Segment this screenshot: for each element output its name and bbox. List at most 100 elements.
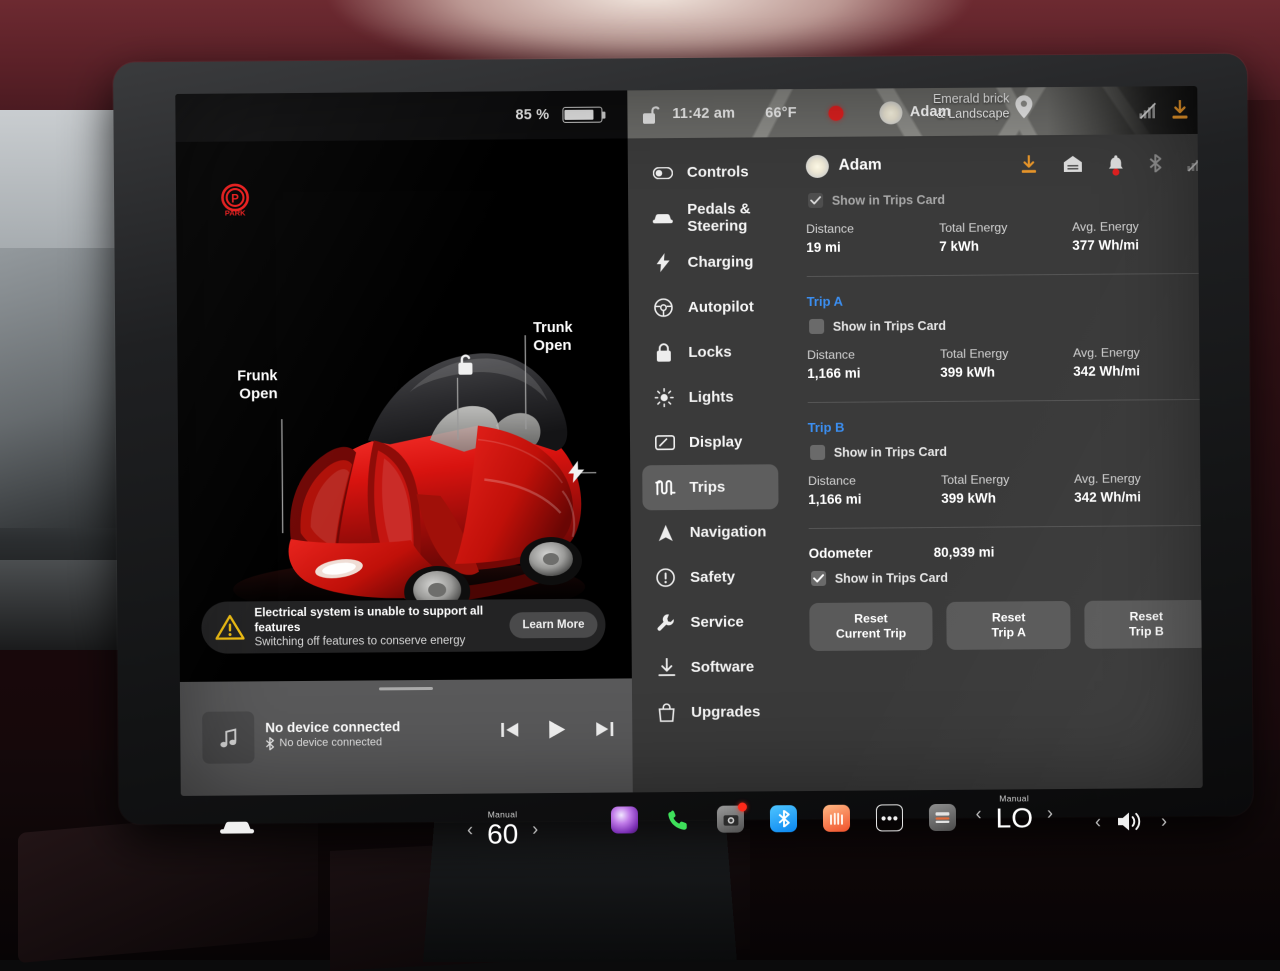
charge-bolt-icon[interactable] (568, 461, 584, 483)
car-front-icon[interactable] (219, 819, 255, 835)
sidebar-item-pedals-steering[interactable]: Pedals & Steering (640, 194, 776, 240)
trips-route-icon (654, 479, 675, 496)
media-source-row: No device connected (265, 735, 400, 751)
sidebar-item-service[interactable]: Service (643, 599, 779, 645)
sidebar-item-software[interactable]: Software (644, 644, 780, 690)
warning-triangle-icon (215, 614, 244, 640)
car-visualization-panel[interactable]: P PARK (176, 138, 632, 682)
sidebar-item-safety[interactable]: Safety (643, 554, 779, 600)
media-player-bar[interactable]: No device connected No device connected (180, 678, 633, 796)
stat-key: Total Energy (939, 219, 1072, 237)
skip-next-icon[interactable] (595, 720, 614, 739)
record-dot-icon[interactable] (829, 105, 844, 120)
media-album-art[interactable] (202, 711, 254, 763)
stat-key: Total Energy (940, 345, 1073, 363)
driver-climate-control[interactable]: ‹ Manual 60 › (467, 809, 538, 850)
camera-dashcam-icon[interactable] (717, 806, 744, 833)
driver-temp-decrease-button[interactable]: ‹ (467, 819, 473, 840)
driver-temp-increase-button[interactable]: › (532, 819, 538, 840)
notification-bell-wrapper[interactable] (1107, 154, 1123, 173)
sidebar-item-navigation[interactable]: Navigation (643, 509, 779, 555)
button-line-2: Trip A (991, 625, 1026, 640)
skip-previous-icon[interactable] (500, 720, 519, 739)
profile-chip[interactable]: Adam (880, 100, 951, 124)
current-trip-show-row[interactable]: Show in Trips Card (808, 190, 1203, 208)
bolt-icon (653, 253, 674, 272)
frunk-state: Open (222, 385, 278, 403)
seat-heater-icon[interactable] (823, 805, 850, 832)
trunk-callout[interactable]: Trunk Open (533, 319, 603, 356)
sidebar-item-lights[interactable]: Lights (641, 374, 777, 420)
volume-icon[interactable] (1117, 810, 1145, 832)
profile-avatar-icon[interactable] (805, 154, 828, 177)
checkmark-icon (813, 574, 824, 583)
media-orb-icon[interactable] (611, 806, 638, 833)
music-note-icon (220, 728, 237, 748)
stat-cell: Avg. Energy 342 Wh/mi (1074, 470, 1203, 507)
reset-trip-a-button[interactable]: Reset Trip A (947, 601, 1071, 650)
sidebar-item-autopilot[interactable]: Autopilot (641, 284, 777, 330)
cellular-signal-off-icon[interactable] (1186, 154, 1202, 171)
trip-a-checkbox[interactable] (809, 319, 824, 334)
trip-a-title: Trip A (807, 291, 1203, 309)
button-line-1: Reset (992, 610, 1026, 625)
sidebar-item-charging[interactable]: Charging (640, 239, 776, 285)
sidebar-item-display[interactable]: Display (642, 419, 778, 465)
trip-a-show-row[interactable]: Show in Trips Card (809, 316, 1203, 334)
unlock-icon[interactable] (642, 105, 659, 124)
trip-b-checkbox[interactable] (810, 445, 825, 460)
clock-label[interactable]: 11:42 am (672, 106, 735, 122)
stat-key: Avg. Energy (1073, 344, 1203, 362)
garage-home-icon[interactable] (1062, 155, 1082, 173)
trip-a-show-label: Show in Trips Card (833, 318, 946, 333)
profile-avatar-icon (880, 101, 903, 124)
sidebar-item-upgrades[interactable]: Upgrades (644, 689, 780, 735)
frunk-callout[interactable]: Frunk Open (221, 367, 277, 403)
warning-toast[interactable]: Electrical system is unable to support a… (201, 599, 605, 654)
software-update-download-icon[interactable] (1019, 155, 1037, 174)
stat-value: 1,166 mi (808, 489, 941, 509)
status-bar-items: 85 % 11:42 am 66°F Adam (175, 88, 951, 142)
navigation-arrow-icon (655, 524, 676, 542)
trip-b-show-row[interactable]: Show in Trips Card (810, 442, 1203, 460)
cellular-signal-off-icon[interactable] (1139, 102, 1156, 119)
learn-more-button[interactable]: Learn More (509, 612, 597, 639)
unlock-icon[interactable] (454, 353, 476, 377)
sidebar-item-trips[interactable]: Trips (642, 464, 778, 510)
touchscreen-display: Emerald brick & Landscape 85 % (175, 86, 1202, 796)
odometer-label: Odometer (809, 545, 934, 561)
passenger-temp-decrease-button[interactable]: ‹ (976, 803, 982, 824)
sidebar-item-locks[interactable]: Locks (641, 329, 777, 375)
volume-control[interactable]: ‹ › (1095, 810, 1167, 833)
stat-key: Distance (807, 346, 940, 364)
bluetooth-icon[interactable] (1148, 154, 1161, 172)
passenger-temp-increase-button[interactable]: › (1047, 803, 1053, 824)
odometer-row: Odometer 80,939 mi (809, 543, 1203, 561)
toggle-switch-icon (652, 167, 673, 179)
software-update-download-icon[interactable] (1170, 100, 1189, 120)
driver-temp-display: Manual 60 (487, 809, 518, 849)
reset-trip-b-button[interactable]: Reset Trip B (1084, 600, 1202, 649)
stat-value: 19 mi (806, 237, 939, 257)
stat-key: Avg. Energy (1074, 470, 1203, 488)
sidebar-item-controls[interactable]: Controls (640, 149, 776, 195)
wiper-defrost-icon[interactable] (929, 804, 956, 831)
more-dots-icon[interactable] (876, 804, 903, 831)
reset-buttons-row: Reset Current Trip Reset Trip A Reset Tr… (809, 600, 1203, 651)
media-metadata: No device connected No device connected (265, 718, 400, 751)
media-drag-handle[interactable] (379, 687, 433, 690)
reset-current-trip-button[interactable]: Reset Current Trip (809, 602, 933, 651)
stat-key: Distance (808, 472, 941, 490)
phone-icon[interactable] (664, 806, 691, 833)
profile-name-label: Adam (910, 104, 951, 120)
volume-increase-button[interactable]: › (1161, 811, 1167, 832)
current-trip-checkbox[interactable] (808, 193, 823, 208)
odometer-checkbox[interactable] (811, 571, 826, 586)
play-icon[interactable] (547, 719, 567, 740)
bluetooth-app-icon[interactable] (770, 805, 797, 832)
passenger-climate-control[interactable]: ‹ Manual LO › (975, 793, 1053, 834)
sidebar-label: Locks (688, 344, 731, 361)
button-line-2: Current Trip (836, 626, 906, 642)
odometer-show-row[interactable]: Show in Trips Card (811, 568, 1203, 586)
volume-decrease-button[interactable]: ‹ (1095, 811, 1101, 832)
